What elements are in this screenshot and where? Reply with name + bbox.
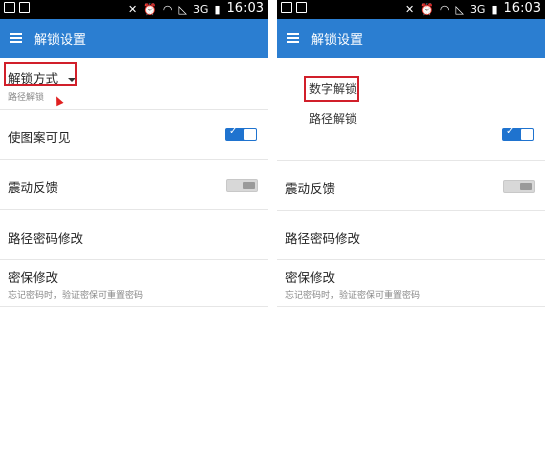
pattern-visible-toggle[interactable]: ✓	[502, 126, 534, 141]
hamburger-menu-icon[interactable]	[10, 33, 22, 43]
left-screenshot: ✕ ⏰ ◠ ◺ 3G ▮ 16:03 解锁设置 解锁方式 路径解锁 使图案可见 …	[0, 0, 268, 471]
notification-icon	[281, 2, 292, 13]
wifi-icon: ◠	[162, 2, 173, 16]
status-time: 16:03	[503, 1, 541, 16]
row-title: 密保修改	[8, 270, 59, 285]
highlight-box	[304, 76, 359, 102]
unlock-method-value: 路径解锁	[8, 93, 45, 103]
row-title: 路径密码修改	[285, 231, 361, 246]
status-bar: ✕ ⏰ ◠ ◺ 3G ▮ 16:03	[277, 0, 545, 19]
signal-icon: ◺	[178, 2, 187, 16]
notification-icon	[4, 2, 15, 13]
alarm-icon: ⏰	[143, 2, 157, 16]
check-icon: ✓	[506, 126, 515, 137]
pattern-visible-toggle[interactable]: ✓	[225, 126, 257, 141]
image-icon	[296, 2, 307, 13]
alarm-icon: ⏰	[420, 2, 434, 16]
vibration-feedback-row[interactable]: 震动反馈	[0, 160, 268, 210]
wifi-icon: ◠	[439, 2, 450, 16]
hamburger-menu-icon[interactable]	[287, 33, 299, 43]
row-title: 使图案可见	[8, 130, 71, 145]
battery-icon: ▮	[214, 2, 221, 16]
battery-icon: ▮	[491, 2, 498, 16]
security-question-change-row[interactable]: 密保修改 忘记密码时，验证密保可重置密码	[277, 260, 545, 307]
row-title: 震动反馈	[8, 180, 59, 195]
app-bar: 解锁设置	[0, 19, 268, 58]
status-bar: ✕ ⏰ ◠ ◺ 3G ▮ 16:03	[0, 0, 268, 19]
security-question-change-row[interactable]: 密保修改 忘记密码时，验证密保可重置密码	[0, 260, 268, 307]
row-subtitle: 忘记密码时，验证密保可重置密码	[285, 291, 421, 301]
mute-icon: ✕	[127, 2, 138, 16]
unlock-method-menu: 数字解锁 路径解锁	[285, 62, 435, 142]
row-title: 路径密码修改	[8, 231, 84, 246]
path-password-change-row[interactable]: 路径密码修改	[0, 210, 268, 260]
vibration-toggle[interactable]	[226, 179, 258, 192]
image-icon	[19, 2, 30, 13]
right-screenshot: ✕ ⏰ ◠ ◺ 3G ▮ 16:03 解锁设置 ✓ 数字解锁 路径解锁 震动反馈…	[277, 0, 545, 471]
highlight-box	[4, 62, 77, 86]
page-title: 解锁设置	[311, 33, 364, 48]
row-title: 密保修改	[285, 270, 336, 285]
status-time: 16:03	[226, 1, 264, 16]
row-title: 震动反馈	[285, 181, 336, 196]
path-password-change-row[interactable]: 路径密码修改	[277, 210, 545, 260]
app-bar: 解锁设置	[277, 19, 545, 58]
page-title: 解锁设置	[34, 33, 87, 48]
menu-option-path-unlock[interactable]: 路径解锁	[309, 110, 357, 127]
divider	[268, 0, 277, 471]
network-type: 3G	[192, 2, 209, 16]
row-subtitle: 忘记密码时，验证密保可重置密码	[8, 291, 144, 301]
signal-icon: ◺	[455, 2, 464, 16]
check-icon: ✓	[229, 126, 238, 137]
pattern-visible-row[interactable]: 使图案可见 ✓	[0, 110, 268, 160]
vibration-toggle[interactable]	[503, 180, 535, 193]
network-type: 3G	[469, 2, 486, 16]
vibration-feedback-row[interactable]: 震动反馈	[277, 160, 545, 211]
mute-icon: ✕	[404, 2, 415, 16]
